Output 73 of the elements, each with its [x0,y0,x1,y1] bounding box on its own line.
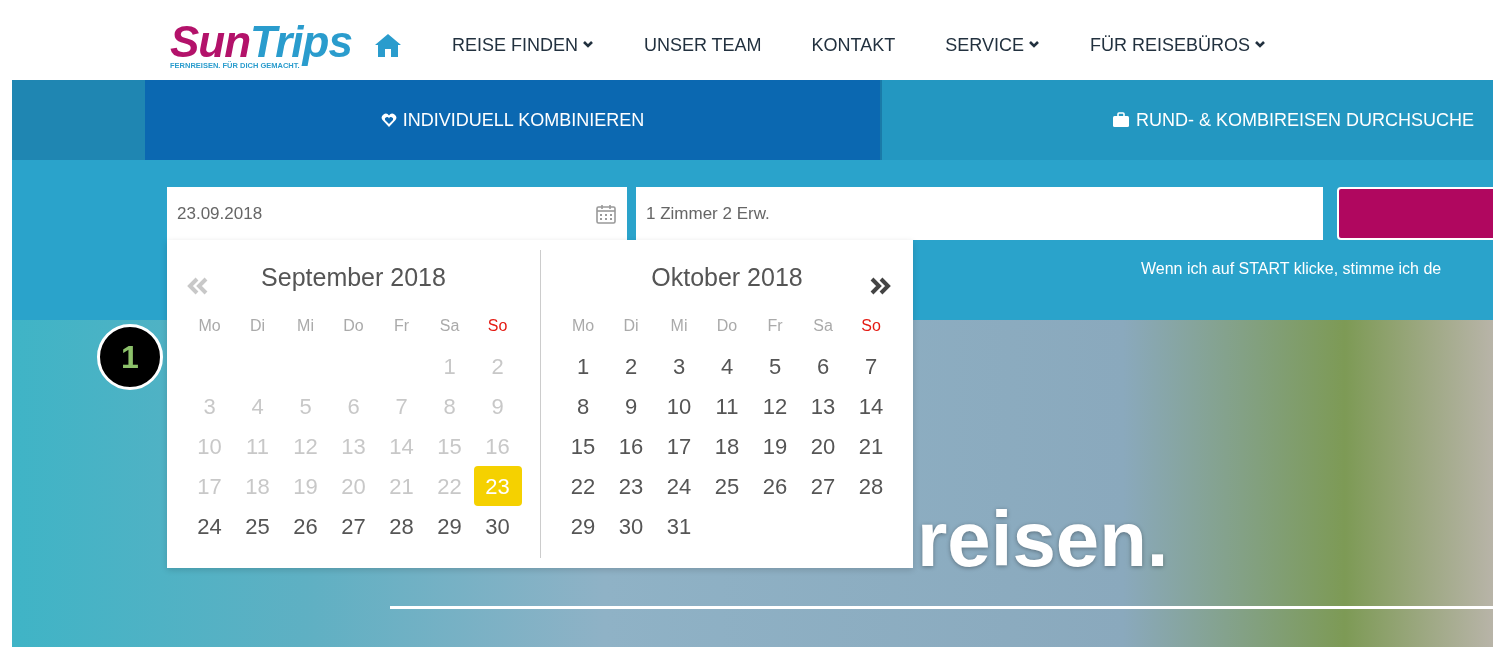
calendar-day[interactable]: 14 [847,386,895,426]
calendar-day[interactable]: 5 [751,346,799,386]
calendar-day[interactable]: 28 [377,506,426,546]
month-title: September 2018 [261,262,446,294]
calendar-day[interactable]: 9 [607,386,655,426]
calendar-day[interactable]: 30 [473,506,522,546]
weekday-label: Di [248,316,267,336]
calendar-day[interactable]: 18 [703,426,751,466]
weekday-label: Mi [296,316,315,336]
calendar-day[interactable]: 3 [655,346,703,386]
calendar-day[interactable]: 15 [559,426,607,466]
calendar-day[interactable]: 24 [185,506,234,546]
weekday-label: Do [342,316,365,336]
calendar-day[interactable]: 31 [655,506,703,546]
nav-link[interactable]: REISE FINDEN [451,31,594,59]
month-title: Oktober 2018 [651,262,803,294]
consent-text: Wenn ich auf START klicke, stimme ich de [1141,259,1442,279]
calendar-day[interactable]: 26 [751,466,799,506]
calendar-day[interactable]: 13 [799,386,847,426]
calendar-day[interactable]: 17 [655,426,703,466]
calendar-day[interactable]: 7 [847,346,895,386]
chevron-down-icon [581,40,594,50]
calendar-day[interactable]: 11 [703,386,751,426]
date-value: 23.09.2018 [177,202,263,225]
home-icon[interactable] [373,32,402,58]
weekday-label: Mo [197,316,222,336]
calendar-day[interactable]: 12 [751,386,799,426]
calendar-day[interactable]: 19 [751,426,799,466]
nav-link[interactable]: UNSER TEAM [643,31,762,59]
hearts-icon [380,112,397,128]
hero-headline: reisen. [917,500,1169,578]
weekday-label: So [860,316,882,336]
date-field[interactable]: 23.09.2018 [167,187,627,240]
weekday-label: Mi [669,316,689,336]
nav-link[interactable]: KONTAKT [811,31,896,59]
calendar-day[interactable]: 8 [559,386,607,426]
calendar-day[interactable]: 21 [847,426,895,466]
calendar-day[interactable]: 27 [329,506,378,546]
calendar-day[interactable]: 4 [703,346,751,386]
calendar-day[interactable]: 28 [847,466,895,506]
weekday-label: So [486,316,509,336]
calendar-day[interactable]: 1 [559,346,607,386]
guests-field[interactable]: 1 Zimmer 2 Erw. [636,187,1323,240]
calendar-day[interactable]: 20 [799,426,847,466]
weekday-label: Fr [766,316,784,336]
nav-link[interactable]: FÜR REISEBÜROS [1090,31,1266,59]
calendar-day[interactable]: 2 [607,346,655,386]
calendar-day[interactable]: 29 [425,506,474,546]
calendar-day[interactable]: 6 [799,346,847,386]
calendar-day[interactable]: 10 [655,386,703,426]
chevron-down-icon [1254,40,1266,50]
weekday-label: Do [715,316,739,336]
chevron-down-icon [1028,40,1040,50]
calendar-day[interactable]: 25 [703,466,751,506]
suitcase-icon [1112,112,1130,128]
calendar-day[interactable]: 27 [799,466,847,506]
start-button[interactable] [1337,187,1493,240]
calendar-day[interactable]: 25 [233,506,282,546]
calendar-day[interactable]: 23 [607,466,655,506]
weekday-label: Sa [438,316,461,336]
calendar-day[interactable]: 29 [559,506,607,546]
calendar-day[interactable]: 22 [559,466,607,506]
nav-link[interactable]: SERVICE [945,31,1040,59]
calendar-day[interactable]: 26 [281,506,330,546]
weekday-label: Di [622,316,640,336]
calendar-day[interactable]: 30 [607,506,655,546]
calendar-day[interactable]: 24 [655,466,703,506]
calendar-icon [595,202,617,225]
calendar-day[interactable]: 16 [607,426,655,466]
weekday-label: Sa [812,316,834,336]
weekday-label: Fr [392,316,411,336]
weekday-label: Mo [570,316,596,336]
search-tab[interactable]: INDIVIDUELL KOMBINIEREN [145,80,880,160]
